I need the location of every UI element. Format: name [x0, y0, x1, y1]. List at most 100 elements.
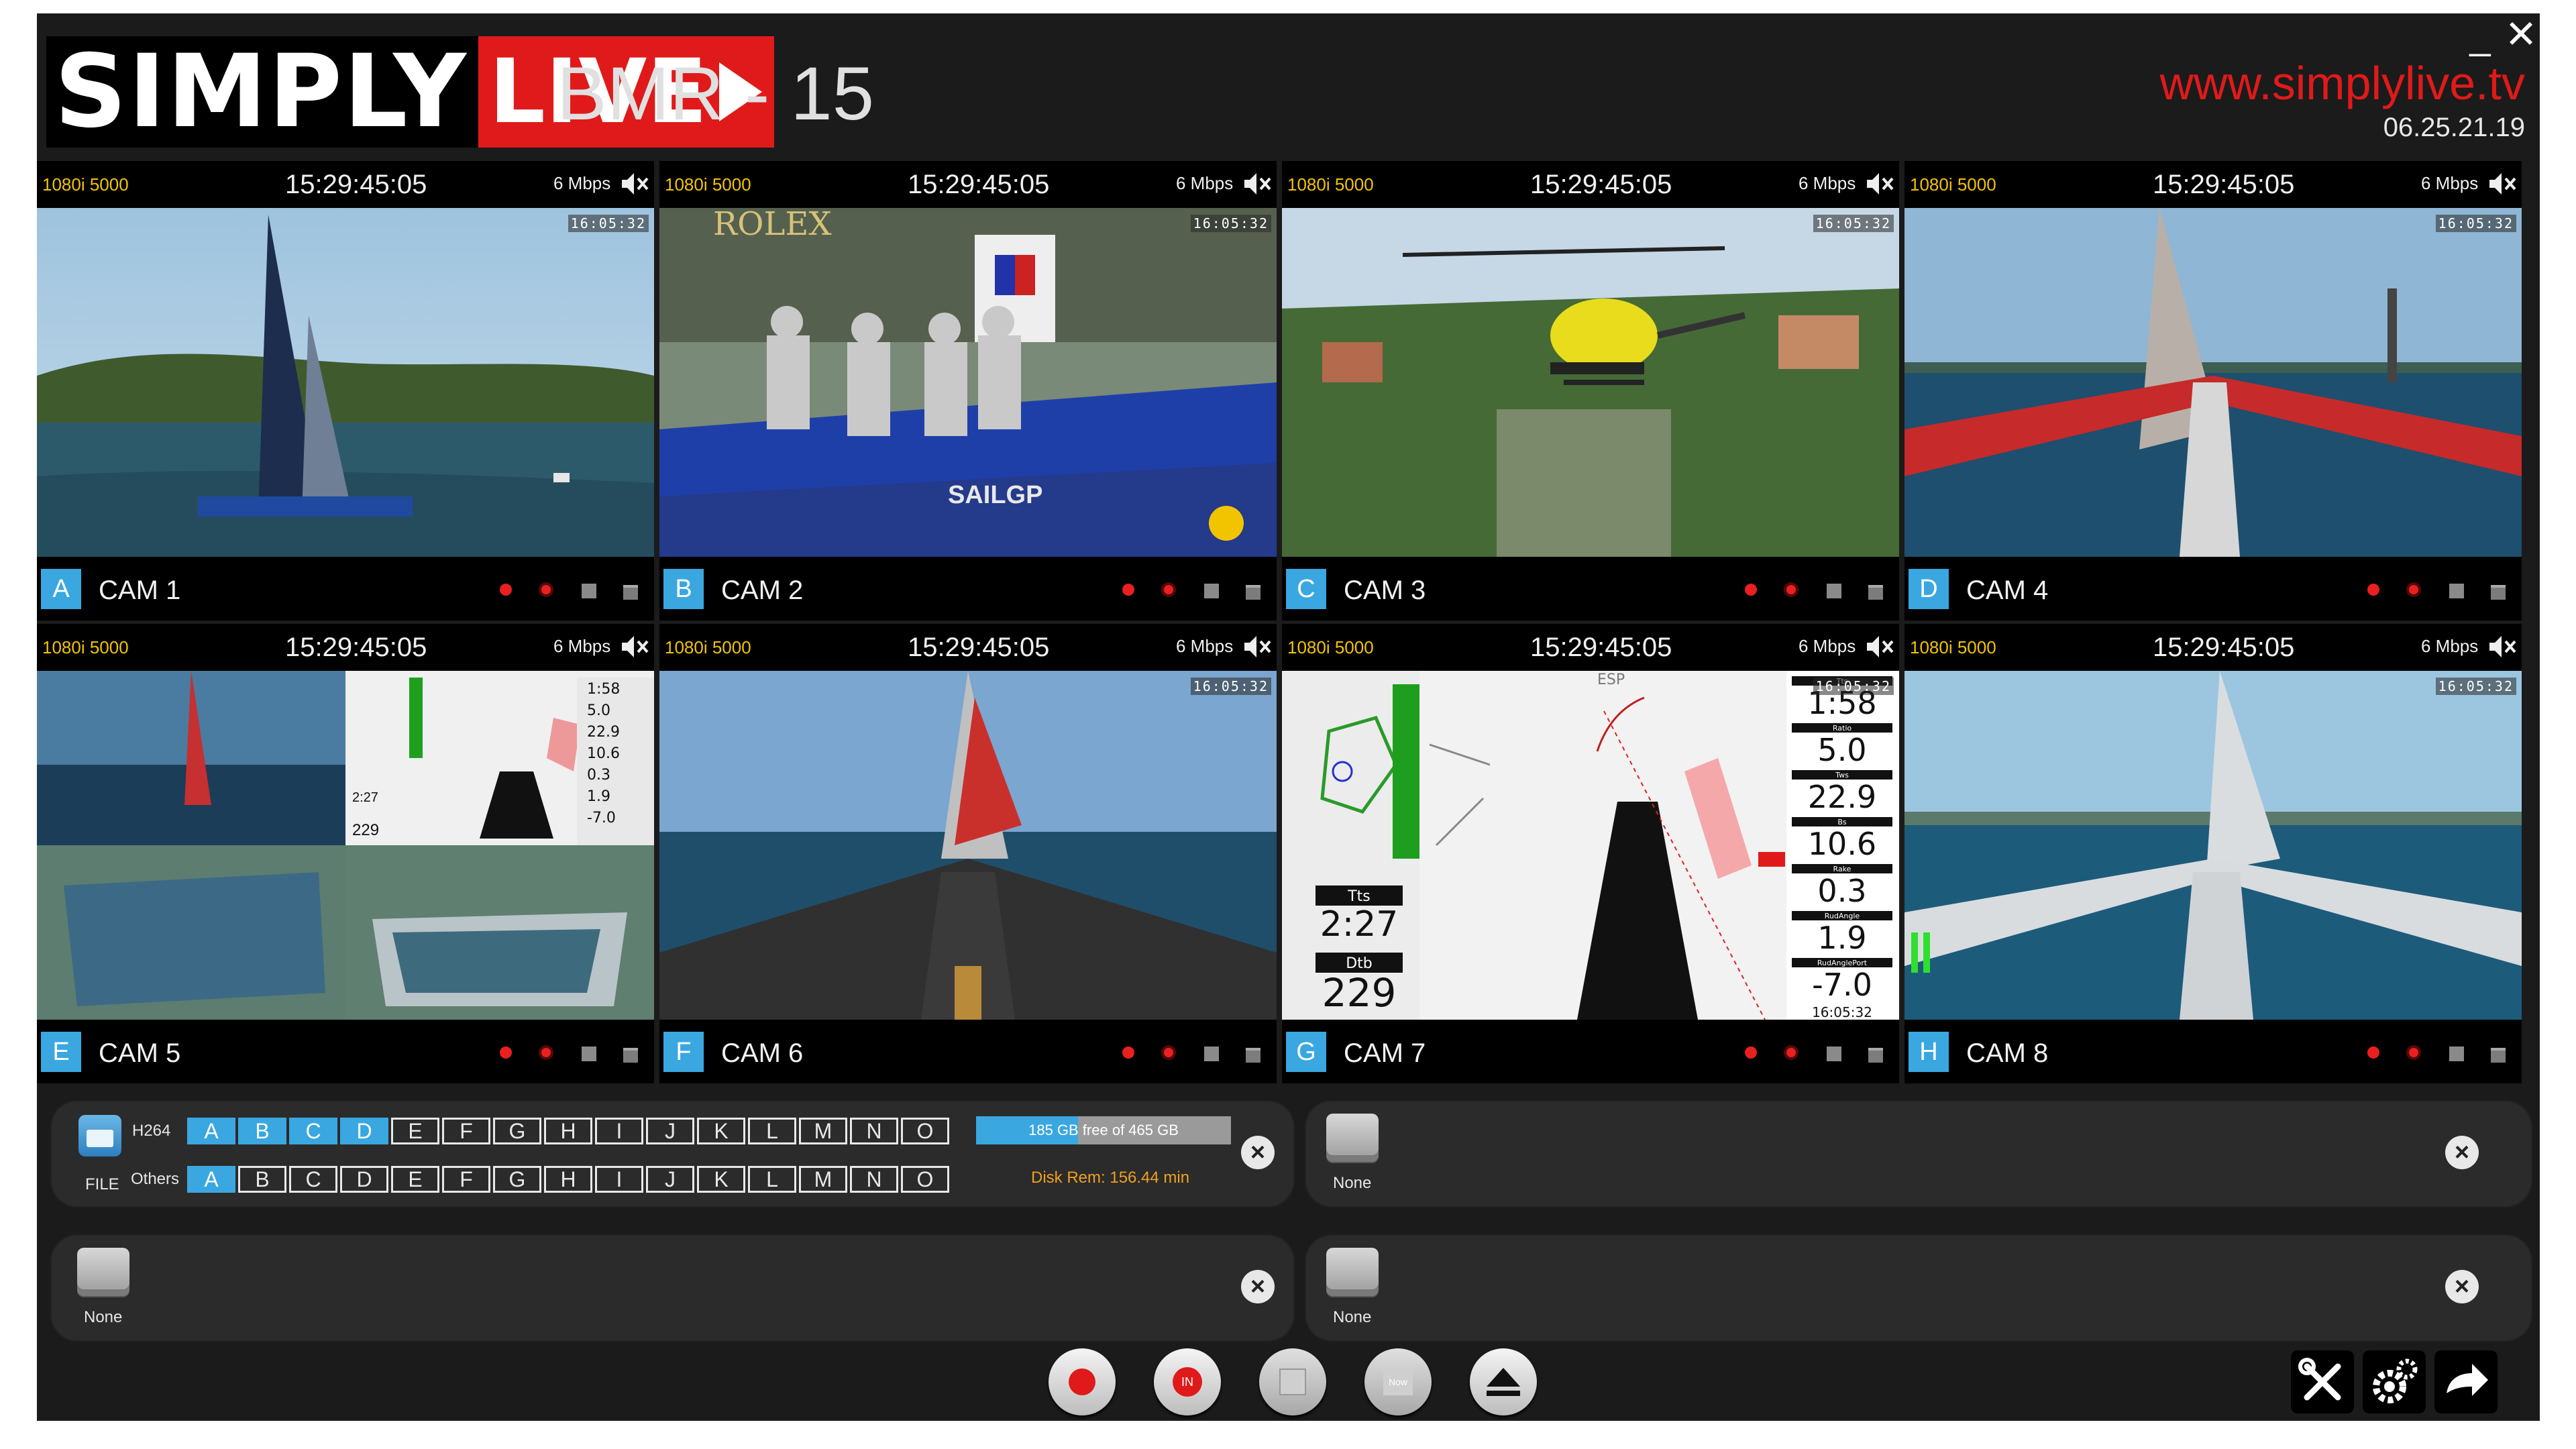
record-dot-icon[interactable] — [1745, 1046, 1757, 1059]
camera-tile-a[interactable]: 1080i 5000 15:29:45:05 6 Mbps 16:05:32 A… — [37, 161, 654, 621]
stop-square-icon[interactable] — [1204, 584, 1219, 598]
camera-letter-badge[interactable]: B — [663, 569, 704, 609]
now-bar-icon[interactable] — [2491, 1048, 2506, 1063]
camera-tile-h[interactable]: 1080i 5000 15:29:45:05 6 Mbps 16:05:32 H… — [1904, 624, 2522, 1083]
h264-chip-n[interactable]: N — [850, 1118, 898, 1144]
record-dot-icon[interactable] — [1122, 1046, 1134, 1059]
others-chip-a[interactable]: A — [187, 1166, 235, 1193]
camera-tile-d[interactable]: 1080i 5000 15:29:45:05 6 Mbps 16:05:32 D… — [1904, 161, 2522, 621]
camera-video-feed[interactable]: 1:58 5.0 22.9 10.6 0.3 1.9 -7.0 2:27 229 — [37, 671, 654, 1020]
h264-chip-l[interactable]: L — [748, 1118, 796, 1144]
others-chip-o[interactable]: O — [901, 1166, 949, 1193]
record-in-dot-icon[interactable] — [541, 1048, 551, 1057]
folder-icon[interactable] — [78, 1115, 121, 1157]
camera-tile-f[interactable]: 1080i 5000 15:29:45:05 6 Mbps 16:05:32 F… — [659, 624, 1277, 1083]
camera-letter-badge[interactable]: C — [1286, 569, 1326, 609]
camera-letter-badge[interactable]: H — [1909, 1032, 1949, 1072]
h264-chip-e[interactable]: E — [391, 1118, 439, 1144]
record-in-dot-icon[interactable] — [2409, 585, 2418, 594]
close-window-button[interactable]: ✕ — [2504, 15, 2538, 54]
stop-button[interactable] — [1259, 1348, 1326, 1415]
drive-icon[interactable] — [1326, 1248, 1379, 1296]
website-link[interactable]: www.simplylive.tv — [2159, 56, 2525, 110]
camera-letter-badge[interactable]: D — [1909, 569, 1949, 609]
camera-video-feed[interactable]: ESPTts2:27Dtb229Tts1:58Ratio5.0Tws22.9Bs… — [1282, 671, 1899, 1020]
others-chip-j[interactable]: J — [646, 1166, 694, 1193]
camera-video-feed[interactable]: ROLEX SAILGP 16:05:32 — [659, 208, 1277, 557]
minimize-button[interactable]: _ — [2467, 17, 2493, 55]
now-bar-icon[interactable] — [1246, 585, 1260, 600]
record-in-button[interactable]: IN — [1154, 1348, 1221, 1415]
h264-chip-h[interactable]: H — [544, 1118, 592, 1144]
slot-close-button[interactable]: × — [2445, 1270, 2479, 1303]
h264-chip-b[interactable]: B — [238, 1118, 286, 1144]
h264-chip-a[interactable]: A — [187, 1118, 235, 1144]
h264-chip-f[interactable]: F — [442, 1118, 490, 1144]
h264-chip-o[interactable]: O — [901, 1118, 949, 1144]
record-in-dot-icon[interactable] — [1786, 585, 1796, 594]
others-chip-n[interactable]: N — [850, 1166, 898, 1193]
others-chip-i[interactable]: I — [595, 1166, 643, 1193]
record-dot-icon[interactable] — [500, 1046, 512, 1059]
mute-icon[interactable] — [1866, 633, 1894, 660]
camera-video-feed[interactable]: 16:05:32 — [37, 208, 654, 557]
now-bar-icon[interactable] — [2491, 585, 2506, 600]
camera-video-feed[interactable]: 16:05:32 — [1282, 208, 1899, 557]
mute-icon[interactable] — [621, 170, 649, 197]
mute-icon[interactable] — [2488, 170, 2516, 197]
record-in-dot-icon[interactable] — [2409, 1048, 2418, 1057]
camera-tile-c[interactable]: 1080i 5000 15:29:45:05 6 Mbps 16:05:32 C… — [1282, 161, 1899, 621]
camera-tile-g[interactable]: 1080i 5000 15:29:45:05 6 Mbps ESP Tts 2:27… — [1282, 624, 1899, 1083]
slot-close-button[interactable]: × — [1241, 1270, 1275, 1303]
others-chip-m[interactable]: M — [799, 1166, 847, 1193]
others-chip-b[interactable]: B — [238, 1166, 286, 1193]
others-chip-f[interactable]: F — [442, 1166, 490, 1193]
stop-square-icon[interactable] — [1827, 584, 1841, 598]
camera-letter-badge[interactable]: A — [41, 569, 81, 609]
mute-icon[interactable] — [1866, 170, 1894, 197]
camera-letter-badge[interactable]: G — [1286, 1032, 1326, 1072]
settings-button[interactable] — [2363, 1350, 2426, 1413]
record-dot-icon[interactable] — [1122, 584, 1134, 596]
now-bar-icon[interactable] — [623, 1048, 638, 1063]
drive-icon[interactable] — [77, 1248, 129, 1296]
camera-letter-badge[interactable]: F — [663, 1032, 704, 1072]
others-chip-k[interactable]: K — [697, 1166, 745, 1193]
drive-icon[interactable] — [1326, 1114, 1379, 1162]
mute-icon[interactable] — [621, 633, 649, 660]
h264-chip-g[interactable]: G — [493, 1118, 541, 1144]
stop-square-icon[interactable] — [582, 584, 596, 598]
stop-square-icon[interactable] — [1827, 1046, 1841, 1061]
h264-chip-c[interactable]: C — [289, 1118, 337, 1144]
stop-square-icon[interactable] — [582, 1046, 596, 1061]
h264-chip-i[interactable]: I — [595, 1118, 643, 1144]
camera-letter-badge[interactable]: E — [41, 1032, 81, 1072]
others-chip-d[interactable]: D — [340, 1166, 388, 1193]
h264-chip-k[interactable]: K — [697, 1118, 745, 1144]
mute-icon[interactable] — [1243, 633, 1271, 660]
now-bar-icon[interactable] — [1868, 585, 1883, 600]
camera-video-feed[interactable]: 16:05:32 — [1904, 671, 2522, 1020]
now-button[interactable]: Now — [1364, 1348, 1432, 1415]
record-dot-icon[interactable] — [2367, 1046, 2379, 1059]
h264-chip-j[interactable]: J — [646, 1118, 694, 1144]
camera-tile-b[interactable]: 1080i 5000 15:29:45:05 6 Mbps ROLEX SAILG… — [659, 161, 1277, 621]
record-in-dot-icon[interactable] — [541, 585, 551, 594]
now-bar-icon[interactable] — [1246, 1048, 1260, 1063]
stop-square-icon[interactable] — [1204, 1046, 1219, 1061]
record-in-dot-icon[interactable] — [1786, 1048, 1796, 1057]
h264-chip-d[interactable]: D — [340, 1118, 388, 1144]
others-chip-g[interactable]: G — [493, 1166, 541, 1193]
record-in-dot-icon[interactable] — [1164, 1048, 1173, 1057]
recorder-close-button[interactable]: × — [1241, 1136, 1275, 1169]
now-bar-icon[interactable] — [1868, 1048, 1883, 1063]
others-chip-h[interactable]: H — [544, 1166, 592, 1193]
record-dot-icon[interactable] — [1745, 584, 1757, 596]
record-in-dot-icon[interactable] — [1164, 585, 1173, 594]
others-chip-l[interactable]: L — [748, 1166, 796, 1193]
eject-button[interactable] — [1470, 1348, 1537, 1415]
camera-video-feed[interactable]: 16:05:32 — [659, 671, 1277, 1020]
record-dot-icon[interactable] — [2367, 584, 2379, 596]
now-bar-icon[interactable] — [623, 585, 638, 600]
slot-close-button[interactable]: × — [2445, 1136, 2479, 1169]
